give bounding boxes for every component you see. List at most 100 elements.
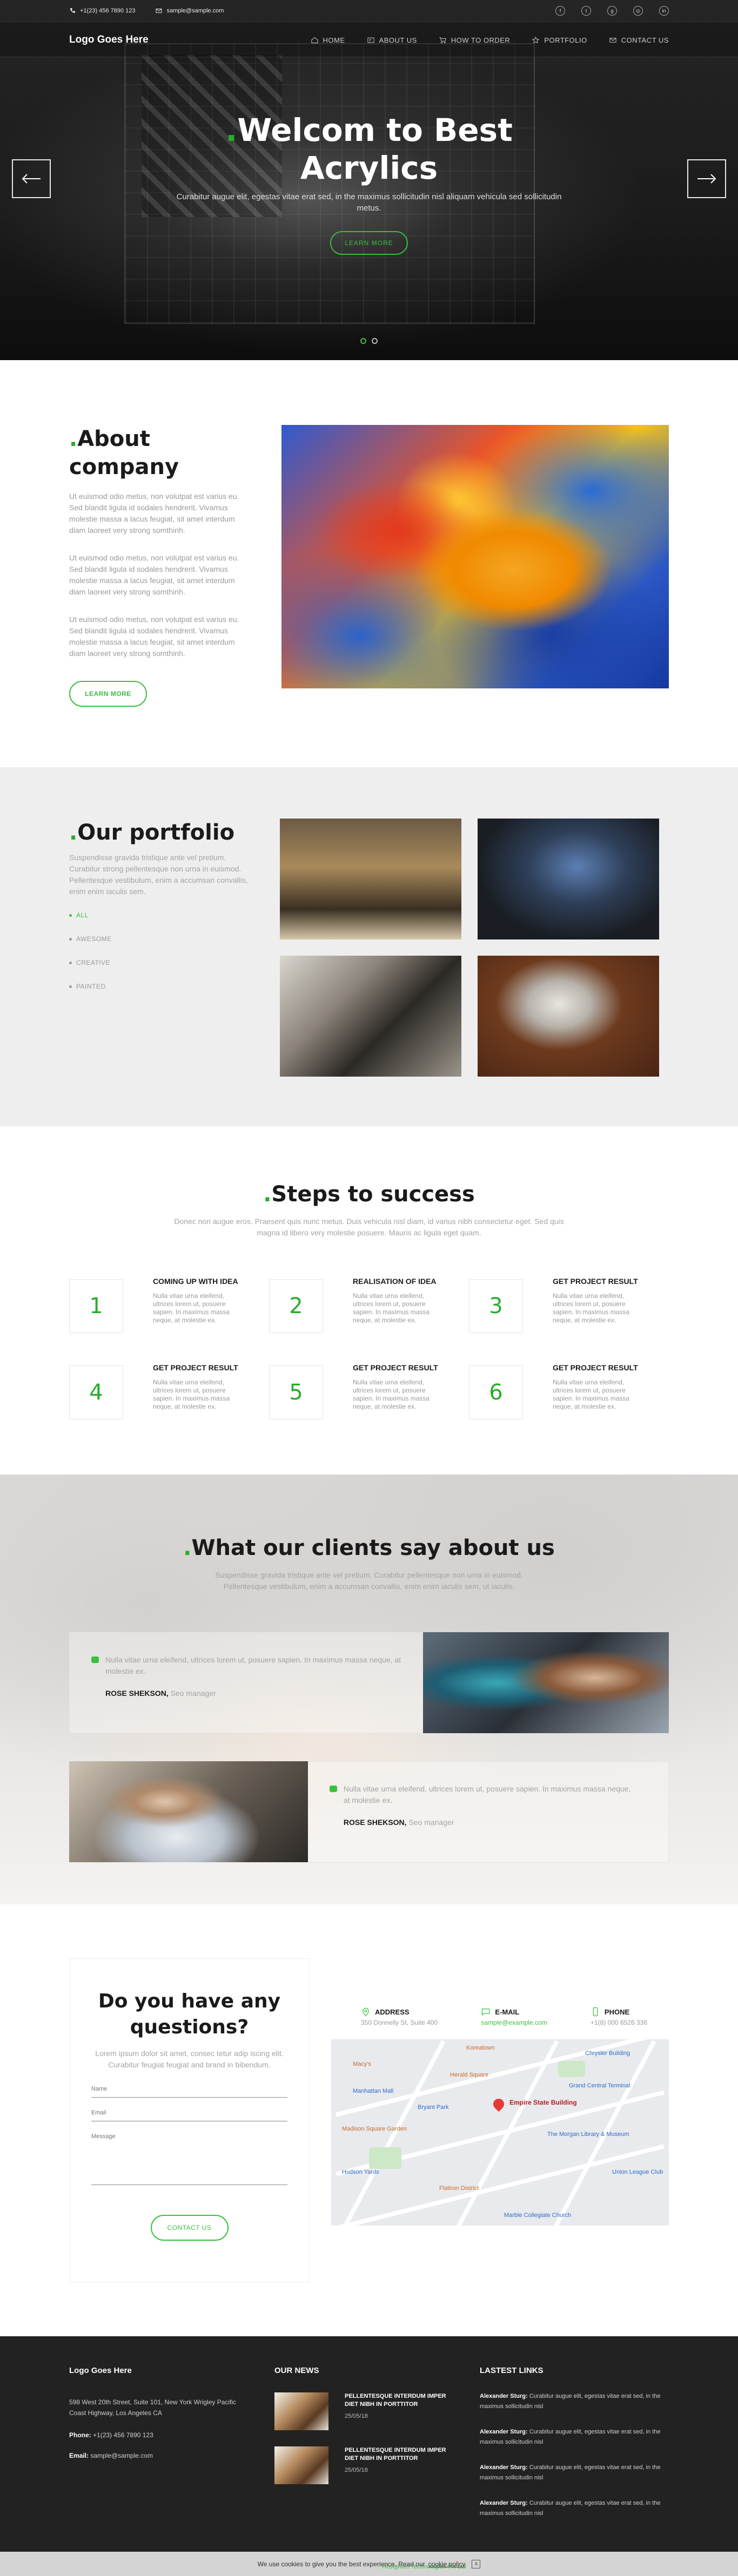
hero-section: +1(23) 456 7890 123 sample@sample.com f …	[0, 0, 738, 360]
news-thumbnail	[274, 2392, 328, 2430]
footer-link[interactable]: Alexander Sturg: Curabitur augue elit, e…	[480, 2463, 669, 2483]
step-title: COMING UP WITH IDEA	[153, 1277, 238, 1286]
contact-form-description: Lorem ipsum dolor sit amet, consec tetur…	[95, 2049, 284, 2069]
map-poi: Union League Club	[612, 2169, 663, 2175]
testimonial-author: ROSE SHEKSON, Seo manager	[343, 1818, 454, 1827]
email-input[interactable]	[91, 2105, 287, 2116]
filter-creative[interactable]: CREATIVE	[69, 959, 280, 966]
portfolio-item[interactable]	[478, 956, 659, 1077]
filter-painted[interactable]: PAINTED	[69, 983, 280, 990]
slider-dots	[360, 338, 378, 344]
star-icon	[532, 36, 540, 43]
testimonial: Nulla vitae urna eleifend, ultrices lore…	[69, 1761, 669, 1862]
logo[interactable]: Logo Goes Here	[69, 34, 149, 46]
nav-item-order[interactable]: HOW TO ORDER	[439, 36, 511, 44]
news-item[interactable]: PELLENTESQUE INTERDUM IMPER DIET NIBH IN…	[274, 2446, 480, 2484]
slider-dot[interactable]	[372, 338, 378, 344]
mail-icon	[609, 37, 616, 43]
twitter-icon[interactable]: t	[581, 6, 591, 16]
about-image	[281, 425, 669, 688]
comment-icon	[329, 1786, 337, 1793]
message-input[interactable]	[91, 2129, 287, 2181]
cookie-banner: We use cookies to give you the best expe…	[0, 2552, 738, 2576]
main-nav: HOME ABOUT US HOW TO ORDER PORTFOLIO CON…	[311, 36, 669, 44]
testimonial: Nulla vitae urna eleifend, ultrices lore…	[69, 1632, 669, 1733]
email-value[interactable]: sample@example.com	[481, 2019, 547, 2026]
map-poi: Koreatown	[466, 2045, 495, 2051]
filter-awesome[interactable]: AWESOME	[69, 935, 280, 943]
footer-links: LASTEST LINKS Alexander Sturg: Curabitur…	[480, 2366, 669, 2534]
map-poi: Madison Square Garden	[342, 2126, 407, 2132]
about-section: .About company Ut euismod odio metus, no…	[0, 360, 738, 767]
nav-item-portfolio[interactable]: PORTFOLIO	[532, 36, 587, 44]
footer-news: OUR NEWS PELLENTESQUE INTERDUM IMPER DIE…	[274, 2366, 480, 2534]
slider-dot[interactable]	[360, 338, 366, 344]
slider-prev-button[interactable]	[12, 159, 51, 198]
arrow-right-icon	[697, 174, 716, 184]
news-title: PELLENTESQUE INTERDUM IMPER DIET NIBH IN…	[345, 2447, 446, 2462]
step-item: 5 GET PROJECT RESULT Nulla vitae urna ele…	[269, 1363, 469, 1419]
card-icon	[367, 37, 374, 43]
map-poi: Manhattan Mall	[353, 2088, 394, 2094]
topbar-email[interactable]: sample@sample.com	[156, 8, 224, 14]
map-pin-icon[interactable]	[491, 2096, 507, 2112]
testimonial-photo	[423, 1632, 669, 1733]
google-plus-icon[interactable]: g	[607, 6, 617, 16]
step-title: GET PROJECT RESULT	[153, 1363, 238, 1372]
step-text: Nulla vitae urna eleifend, ultrices lore…	[553, 1378, 630, 1410]
step-number: 3	[469, 1279, 523, 1333]
step-text: Nulla vitae urna eleifend, ultrices lore…	[353, 1292, 430, 1324]
portfolio-title: .Our portfolio	[69, 820, 235, 845]
cookie-text: We use cookies to give you the best expe…	[257, 2560, 425, 2568]
footer-logo[interactable]: Logo Goes Here	[69, 2366, 274, 2375]
testimonials-description: Suspendisse gravida tristique ante vel p…	[215, 1571, 523, 1591]
step-item: 2 REALISATION OF IDEA Nulla vitae urna el…	[269, 1277, 469, 1333]
step-text: Nulla vitae urna eleifend, ultrices lore…	[153, 1378, 230, 1410]
contact-section: Do you have any questions? Lorem ipsum d…	[0, 1904, 738, 2336]
slider-next-button[interactable]	[687, 159, 726, 198]
footer-link[interactable]: Alexander Sturg: Curabitur augue elit, e…	[480, 2498, 669, 2519]
phone-info: PHONE +1(8) 000 6526 336	[590, 2007, 647, 2026]
linkedin-icon[interactable]: in	[659, 6, 669, 16]
about-paragraph: Ut euismod odio metus, non volutpat est …	[69, 615, 239, 658]
step-number: 2	[269, 1279, 323, 1333]
step-item: 4 GET PROJECT RESULT Nulla vitae urna ele…	[69, 1363, 269, 1419]
message-field	[91, 2129, 287, 2185]
hero-learn-more-button[interactable]: LEARN MORE	[330, 231, 408, 255]
contact-form: Do you have any questions? Lorem ipsum d…	[69, 1958, 310, 2282]
nav-item-contact[interactable]: CONTACT US	[609, 36, 669, 44]
topbar-phone[interactable]: +1(23) 456 7890 123	[69, 8, 135, 14]
close-icon[interactable]: x	[472, 2559, 481, 2568]
step-text: Nulla vitae urna eleifend, ultrices lore…	[153, 1292, 230, 1324]
main-navbar: Logo Goes Here HOME ABOUT US HOW TO ORDE…	[0, 22, 738, 57]
footer-link[interactable]: Alexander Sturg: Curabitur augue elit, e…	[480, 2427, 669, 2447]
location-map[interactable]: Koreatown Macy's Manhattan Mall Bryant P…	[331, 2039, 669, 2226]
filter-all[interactable]: ALL	[69, 911, 280, 919]
about-text: .About company Ut euismod odio metus, no…	[69, 425, 260, 707]
phone-icon	[593, 2007, 598, 2017]
testimonial-quote: Nulla vitae urna eleifend, ultrices lore…	[105, 1655, 401, 1675]
footer-link[interactable]: Alexander Sturg: Curabitur augue elit, e…	[480, 2391, 669, 2412]
arrow-left-icon	[22, 174, 41, 184]
portfolio-item[interactable]	[280, 819, 461, 939]
news-item[interactable]: PELLENTESQUE INTERDUM IMPER DIET NIBH IN…	[274, 2392, 480, 2430]
chat-icon	[482, 2009, 490, 2016]
social-links: f t g ◎ in	[555, 6, 669, 16]
about-learn-more-button[interactable]: LEARN MORE	[69, 681, 147, 707]
name-input[interactable]	[91, 2081, 287, 2092]
steps-title: .Steps to success	[263, 1182, 475, 1207]
nav-item-about[interactable]: ABOUT US	[367, 36, 417, 44]
step-title: REALISATION OF IDEA	[353, 1277, 437, 1286]
contact-submit-button[interactable]: CONTACT US	[150, 2215, 229, 2241]
instagram-icon[interactable]: ◎	[633, 6, 643, 16]
location-icon	[363, 2007, 369, 2017]
step-number: 5	[269, 1365, 323, 1419]
footer-links-title: LASTEST LINKS	[480, 2366, 544, 2375]
step-number: 6	[469, 1365, 523, 1419]
cookie-policy-link[interactable]: cookie policy	[428, 2560, 466, 2568]
portfolio-item[interactable]	[280, 956, 461, 1077]
portfolio-item[interactable]	[478, 819, 659, 939]
step-item: 1 COMING UP WITH IDEA Nulla vitae urna el…	[69, 1277, 269, 1333]
facebook-icon[interactable]: f	[555, 6, 565, 16]
nav-item-home[interactable]: HOME	[311, 36, 345, 44]
